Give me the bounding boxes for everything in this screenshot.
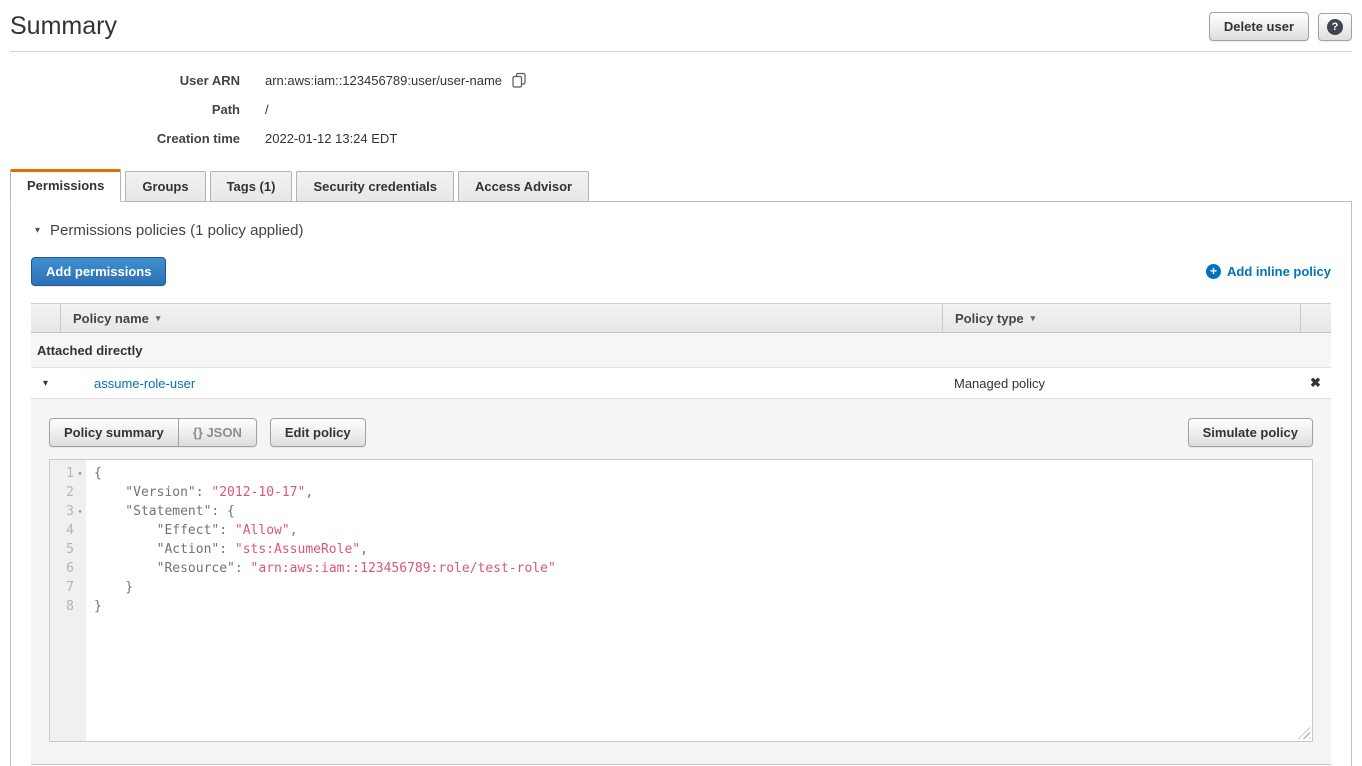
permissions-policies-title: Permissions policies (1 policy applied) — [50, 222, 303, 239]
page-title: Summary — [10, 12, 117, 41]
policy-table-row: ▾ assume-role-user Managed policy ✖ — [31, 368, 1331, 399]
header-expander-column — [31, 304, 60, 332]
editor-line-number-gutter: 1▾ 2 3▾ 4 5 6 7 8 — [50, 460, 86, 741]
tab-tags[interactable]: Tags (1) — [210, 171, 293, 202]
add-permissions-button[interactable]: Add permissions — [31, 257, 166, 286]
tab-groups[interactable]: Groups — [125, 171, 205, 202]
editor-code-area: { "Version": "2012-10-17", "Statement": … — [86, 460, 1312, 741]
path-row: Path / — [0, 102, 1362, 118]
help-icon: ? — [1327, 19, 1343, 35]
user-arn-row: User ARN arn:aws:iam::123456789:user/use… — [0, 72, 1362, 89]
policy-type-value: Managed policy — [942, 376, 1300, 391]
code-line: } — [94, 597, 1312, 616]
policies-table: Policy name ▾ Policy type ▾ Attached dir… — [31, 303, 1331, 765]
line-number: 1 — [66, 464, 74, 483]
code-line: "Action": "sts:AssumeRole", — [94, 540, 1312, 559]
plus-icon: + — [1206, 264, 1221, 279]
copy-icon — [511, 72, 527, 89]
line-number: 7 — [66, 578, 74, 597]
user-arn-label: User ARN — [0, 73, 240, 89]
header-actions: Delete user ? — [1209, 12, 1352, 41]
copy-arn-button[interactable] — [511, 72, 527, 89]
add-inline-policy-link[interactable]: + Add inline policy — [1206, 264, 1331, 279]
page-header: Summary Delete user ? — [0, 0, 1362, 51]
creation-time-label: Creation time — [0, 131, 240, 147]
path-value: / — [265, 102, 269, 118]
header-actions-column — [1300, 304, 1331, 332]
policy-summary-button[interactable]: Policy summary — [49, 418, 179, 447]
detach-policy-icon[interactable]: ✖ — [1300, 375, 1331, 391]
attached-directly-group-row: Attached directly — [31, 333, 1331, 368]
row-expander-caret-icon[interactable]: ▾ — [31, 378, 60, 389]
policies-table-header: Policy name ▾ Policy type ▾ — [31, 303, 1331, 333]
delete-user-button[interactable]: Delete user — [1209, 12, 1309, 41]
column-header-policy-type[interactable]: Policy type ▾ — [942, 304, 1300, 332]
line-number: 8 — [66, 597, 74, 616]
code-line: "Resource": "arn:aws:iam::123456789:role… — [94, 559, 1312, 578]
line-number: 4 — [66, 521, 74, 540]
policy-detail-toolbar: Policy summary {} JSON Edit policy Simul… — [49, 418, 1313, 447]
tab-permissions[interactable]: Permissions — [10, 169, 121, 202]
creation-time-row: Creation time 2022-01-12 13:24 EDT — [0, 131, 1362, 147]
tab-access-advisor[interactable]: Access Advisor — [458, 171, 589, 202]
policy-name-link[interactable]: assume-role-user — [60, 376, 942, 391]
policy-name-header-label: Policy name — [73, 311, 149, 326]
policy-detail-panel: Policy summary {} JSON Edit policy Simul… — [31, 399, 1331, 765]
tab-security-credentials[interactable]: Security credentials — [296, 171, 454, 202]
sort-caret-icon: ▾ — [1031, 313, 1036, 324]
fold-caret-icon[interactable]: ▾ — [74, 464, 86, 483]
json-view-button[interactable]: {} JSON — [179, 418, 257, 447]
add-inline-policy-label: Add inline policy — [1227, 264, 1331, 279]
policy-type-header-label: Policy type — [955, 311, 1024, 326]
permissions-tab-panel: ▾ Permissions policies (1 policy applied… — [10, 201, 1352, 766]
simulate-policy-button[interactable]: Simulate policy — [1188, 418, 1313, 447]
help-button[interactable]: ? — [1318, 13, 1352, 41]
creation-time-value: 2022-01-12 13:24 EDT — [265, 131, 397, 147]
fold-caret-icon[interactable]: ▾ — [74, 502, 86, 521]
line-number: 3 — [66, 502, 74, 521]
line-number: 2 — [66, 483, 74, 502]
path-label: Path — [0, 102, 240, 118]
code-line: } — [94, 578, 1312, 597]
code-line: { — [94, 464, 1312, 483]
code-line: "Effect": "Allow", — [94, 521, 1312, 540]
json-policy-editor[interactable]: 1▾ 2 3▾ 4 5 6 7 8 { "Version": "2012-10-… — [49, 459, 1313, 742]
edit-policy-button[interactable]: Edit policy — [270, 418, 366, 447]
section-caret-icon: ▾ — [35, 226, 40, 236]
user-arn-value: arn:aws:iam::123456789:user/user-name — [265, 73, 502, 89]
iam-user-summary-page: Summary Delete user ? User ARN arn:aws:i… — [0, 0, 1362, 766]
sort-caret-icon: ▾ — [156, 313, 161, 324]
code-line: "Statement": { — [94, 502, 1312, 521]
line-number: 5 — [66, 540, 74, 559]
line-number: 6 — [66, 559, 74, 578]
tab-bar: Permissions Groups Tags (1) Security cre… — [10, 169, 1352, 202]
column-header-policy-name[interactable]: Policy name ▾ — [60, 304, 942, 332]
policy-view-segmented-control: Policy summary {} JSON — [49, 418, 257, 447]
user-details: User ARN arn:aws:iam::123456789:user/use… — [0, 52, 1362, 169]
code-line: "Version": "2012-10-17", — [94, 483, 1312, 502]
permissions-policies-expander[interactable]: ▾ Permissions policies (1 policy applied… — [35, 222, 1331, 239]
permissions-toolbar: Add permissions + Add inline policy — [31, 257, 1331, 286]
